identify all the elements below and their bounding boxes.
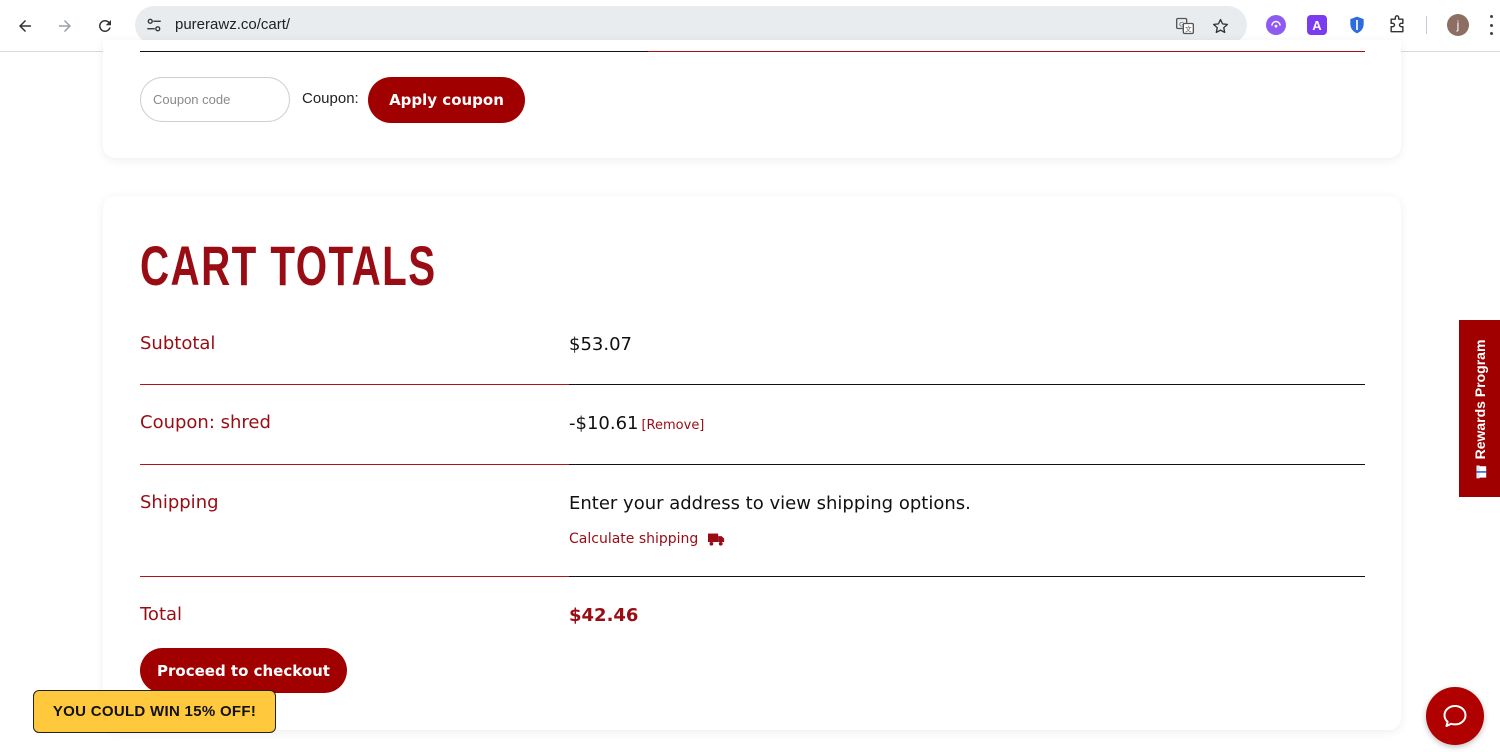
- shipping-message: Enter your address to view shipping opti…: [569, 493, 971, 514]
- calculate-shipping-label: Calculate shipping: [569, 531, 699, 547]
- address-bar[interactable]: purerawz.co/cart/ G文: [135, 6, 1247, 44]
- menu-kebab-icon[interactable]: [1488, 15, 1494, 35]
- svg-text:文: 文: [1185, 24, 1192, 33]
- profile-avatar[interactable]: j: [1447, 14, 1469, 36]
- tune-icon[interactable]: [145, 16, 163, 34]
- subtotal-value: $53.07: [569, 334, 632, 355]
- toolbar-divider: [1426, 16, 1427, 34]
- remove-coupon-link[interactable]: [Remove]: [641, 418, 704, 433]
- coupon-card: Coupon: Apply coupon: [103, 40, 1401, 158]
- reload-icon: [98, 19, 111, 32]
- calculate-shipping-link[interactable]: Calculate shipping: [569, 531, 725, 547]
- shipping-label: Shipping: [140, 492, 219, 513]
- cart-totals-card: CART TOTALS Subtotal $53.07 Coupon: shre…: [103, 196, 1401, 730]
- coupon-code-input[interactable]: [140, 77, 290, 122]
- promo-banner[interactable]: YOU COULD WIN 15% OFF!: [33, 690, 276, 733]
- gift-icon: [1475, 464, 1486, 478]
- reload-button[interactable]: [92, 13, 118, 39]
- extension-purple-icon[interactable]: [1266, 15, 1286, 35]
- forward-button[interactable]: [52, 13, 78, 39]
- row-divider: [140, 576, 1365, 577]
- total-value: $42.46: [569, 605, 639, 626]
- truck-icon: [708, 533, 725, 546]
- chat-bubble-icon: [1443, 705, 1467, 727]
- url-text: purerawz.co/cart/: [175, 16, 291, 33]
- row-divider: [140, 384, 1365, 385]
- back-button[interactable]: [12, 13, 38, 39]
- extensions-puzzle-icon[interactable]: [1387, 15, 1407, 35]
- arrow-left-icon: [19, 20, 31, 32]
- rewards-program-label: Rewards Program: [1471, 339, 1488, 459]
- coupon-label: Coupon:: [302, 90, 359, 107]
- subtotal-label: Subtotal: [140, 333, 216, 354]
- chat-launcher-button[interactable]: [1426, 687, 1484, 745]
- arrow-right-icon: [59, 20, 71, 32]
- translate-icon[interactable]: G文: [1175, 16, 1195, 36]
- coupon-row-value: -$10.61 [Remove]: [569, 413, 704, 434]
- proceed-to-checkout-button[interactable]: Proceed to checkout: [140, 648, 347, 693]
- rewards-program-tab[interactable]: Rewards Program: [1459, 320, 1500, 497]
- extension-a-icon[interactable]: A: [1307, 15, 1327, 35]
- coupon-discount-value: -$10.61: [569, 413, 639, 434]
- coupon-row-label: Coupon: shred: [140, 412, 271, 433]
- table-bottom-border-accent: [648, 51, 1365, 52]
- star-icon[interactable]: [1210, 16, 1230, 36]
- cart-totals-heading: CART TOTALS: [140, 234, 437, 297]
- row-divider: [140, 464, 1365, 465]
- apply-coupon-button[interactable]: Apply coupon: [368, 77, 525, 123]
- extension-shield-icon[interactable]: [1347, 15, 1367, 35]
- total-label: Total: [140, 604, 183, 625]
